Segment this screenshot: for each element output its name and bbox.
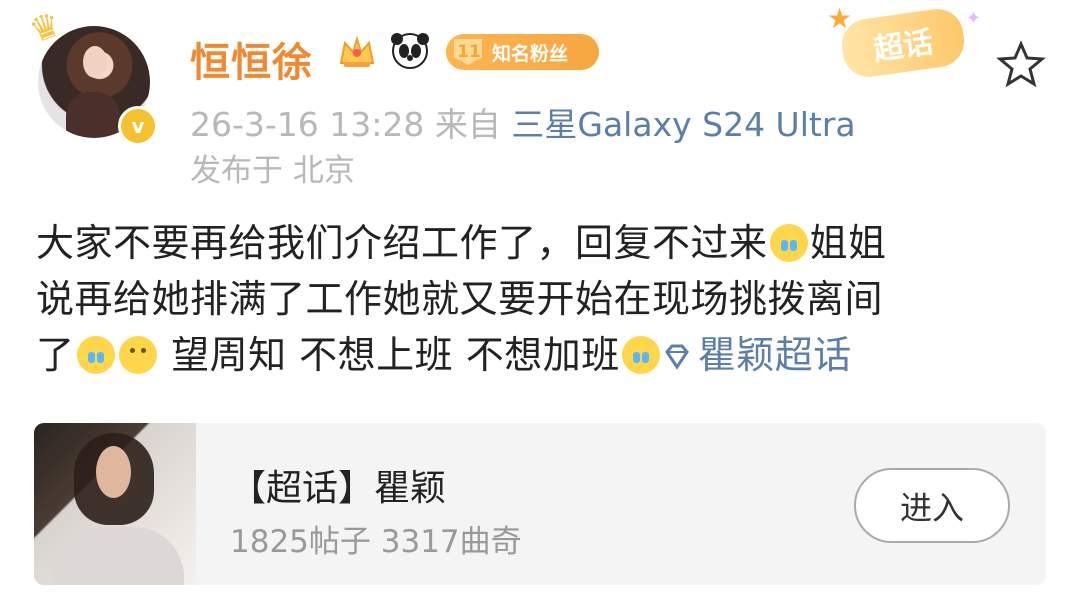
post-timestamp: 26-3-16 13:28 <box>190 105 425 144</box>
user-avatar-wrap[interactable]: ♛ v <box>24 4 158 146</box>
post-text-segment: 说再给她排满了工作她就又要开始在现场挑拨离间 <box>36 277 884 321</box>
post-location: 发布于 北京 <box>190 153 355 189</box>
post-meta-line: 26-3-16 13:28 来自 三星Galaxy S24 Ultra <box>190 98 856 146</box>
avatar-body <box>66 92 120 138</box>
fan-level-number: 11 <box>457 42 481 62</box>
crying-emoji-icon <box>621 336 660 374</box>
verified-icon: v <box>118 106 158 146</box>
post-body: 大家不要再给我们介绍工作了，回复不过来 姐姐 说再给她排满了工作她就又要开始在现场… <box>36 215 1044 383</box>
sparkle-icon: ✦ <box>966 8 982 29</box>
source-prefix: 来自 <box>434 105 501 144</box>
post-text-segment: 了 <box>36 333 75 377</box>
avatar-face <box>83 46 107 78</box>
topic-link-label[interactable]: 瞿颖超话 <box>698 333 852 377</box>
fan-badge[interactable]: 11 知名粉丝 <box>446 34 599 70</box>
weibo-post-screen: ♛ v 恒恒徐 11 知名粉丝 ★ 超话 ✦ 26-3-16 13:28 来自 … <box>0 0 1080 596</box>
fan-level-icon: 11 <box>446 34 492 70</box>
enter-button[interactable]: 进入 <box>854 468 1010 543</box>
supertopic-card-stats: 1825帖子 3317曲奇 <box>230 524 522 560</box>
vip-crown-icon <box>339 35 375 67</box>
supertopic-card-title[interactable]: 【超话】瞿颖 <box>230 459 446 511</box>
cover-face-shape <box>96 446 131 498</box>
crying-emoji-icon <box>769 224 808 262</box>
fan-badge-label: 知名粉丝 <box>492 42 569 65</box>
crying-emoji-icon <box>76 336 115 374</box>
supertopic-cover-image[interactable] <box>34 423 196 585</box>
panda-icon <box>391 33 429 69</box>
cover-shoulder-shape <box>52 527 184 585</box>
supertopic-tag[interactable]: 超话 <box>838 5 968 81</box>
supertopic-card[interactable]: 【超话】瞿颖 1825帖子 3317曲奇 进入 <box>34 423 1046 585</box>
post-text-segment: 望周知 不想上班 不想加班 <box>158 333 620 377</box>
post-text-segment: 姐姐 <box>809 221 887 265</box>
post-text-segment: 大家不要再给我们介绍工作了，回复不过来 <box>36 221 768 265</box>
device-link[interactable]: 三星Galaxy S24 Ultra <box>511 105 855 144</box>
star-outline-icon[interactable] <box>996 40 1046 90</box>
username[interactable]: 恒恒徐 <box>190 30 313 88</box>
smile-emoji-icon <box>118 336 157 374</box>
diamond-topic-icon <box>664 344 689 370</box>
topic-link[interactable]: 瞿颖超话 <box>662 333 852 377</box>
